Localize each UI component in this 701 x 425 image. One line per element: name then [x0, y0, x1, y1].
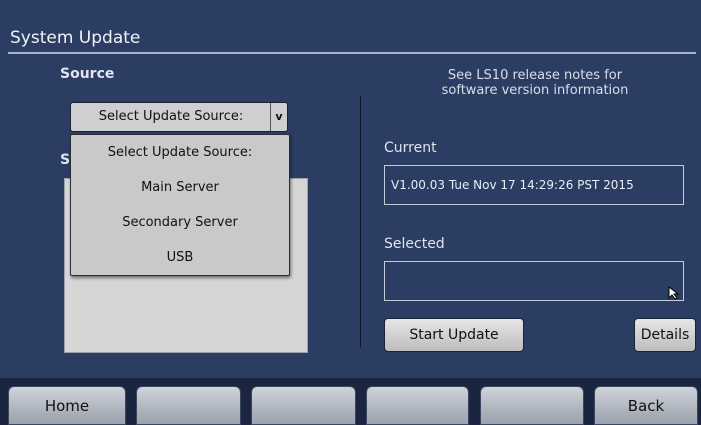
back-button[interactable]: Back — [594, 386, 698, 425]
release-notes-line-2: software version information — [441, 83, 629, 98]
release-notes-line-1: See LS10 release notes for — [447, 68, 623, 83]
mouse-pointer-icon — [668, 286, 680, 300]
current-version-label: Current — [384, 140, 437, 156]
nav-button-5[interactable] — [480, 386, 584, 425]
dropdown-option-usb[interactable]: USB — [71, 240, 289, 275]
panel-divider — [360, 96, 361, 348]
page-title: System Update — [10, 28, 141, 48]
dropdown-option-select-source[interactable]: Select Update Source: — [71, 135, 289, 170]
nav-button-3[interactable] — [251, 386, 356, 425]
selected-version-label: Selected — [384, 236, 445, 252]
nav-button-4[interactable] — [366, 386, 469, 425]
update-source-select-value: Select Update Source: — [98, 109, 244, 124]
start-update-button[interactable]: Start Update — [384, 318, 524, 352]
source-label: Source — [60, 66, 115, 82]
current-version-field: V1.00.03 Tue Nov 17 14:29:26 PST 2015 — [384, 165, 684, 205]
release-notes-hint: See LS10 release notes for software vers… — [400, 68, 670, 98]
obscured-section-label: S — [60, 152, 71, 168]
dropdown-option-secondary-server[interactable]: Secondary Server — [71, 205, 289, 240]
update-source-select[interactable]: Select Update Source: v — [70, 102, 288, 132]
details-button[interactable]: Details — [634, 318, 696, 352]
selected-version-field — [384, 261, 684, 301]
title-divider — [8, 52, 696, 54]
nav-button-2[interactable] — [136, 386, 241, 425]
dropdown-option-main-server[interactable]: Main Server — [71, 170, 289, 205]
update-source-dropdown: Select Update Source: Main Server Second… — [70, 134, 290, 276]
chevron-down-icon[interactable]: v — [270, 103, 287, 131]
home-button[interactable]: Home — [8, 386, 126, 425]
